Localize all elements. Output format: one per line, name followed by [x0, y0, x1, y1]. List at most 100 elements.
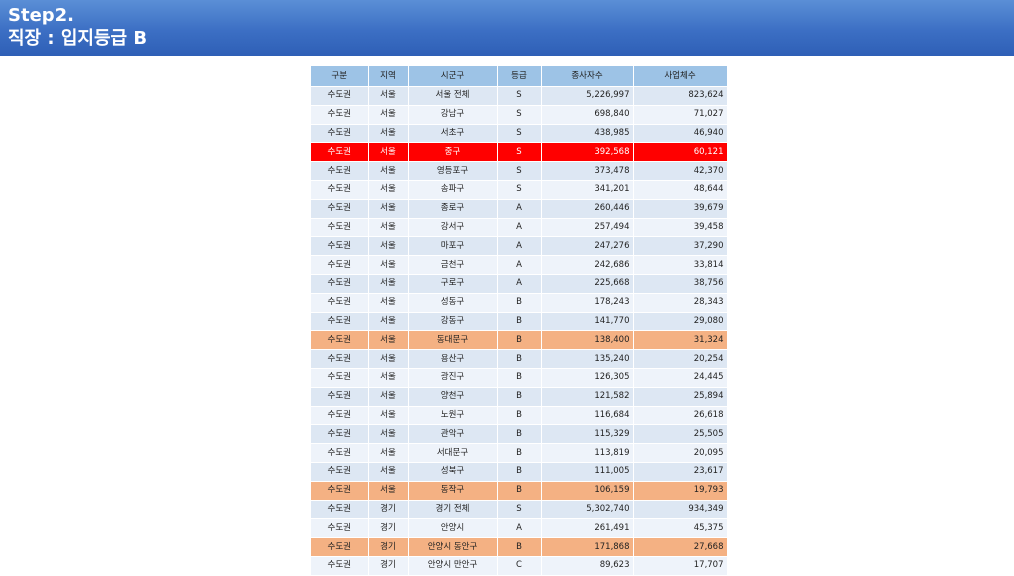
table-row: 수도권 서울 양천구 B 121,582 25,894: [311, 387, 728, 407]
cell-employees: 698,840: [541, 105, 634, 125]
cell-category: 수도권: [311, 481, 369, 501]
cell-grade: B: [497, 368, 542, 388]
cell-district: 중구: [408, 142, 498, 163]
cell-region: 서울: [368, 124, 409, 144]
cell-region: 서울: [368, 406, 409, 426]
cell-region: 서울: [368, 255, 409, 275]
cell-grade: A: [497, 199, 542, 219]
cell-grade: S: [497, 86, 542, 106]
cell-grade: B: [497, 537, 542, 557]
cell-businesses: 48,644: [633, 180, 728, 200]
cell-district: 안양시: [408, 518, 498, 539]
table-row: 수도권 서울 용산구 B 135,240 20,254: [311, 349, 728, 369]
cell-district: 서대문구: [408, 443, 498, 463]
cell-district: 동대문구: [408, 330, 498, 351]
cell-employees: 392,568: [541, 142, 634, 163]
cell-category: 수도권: [311, 255, 369, 275]
cell-region: 서울: [368, 180, 409, 200]
cell-district: 안양시 만안구: [408, 556, 498, 576]
table-row: 수도권 경기 안양시 동안구 B 171,868 27,668: [311, 537, 728, 557]
cell-category: 수도권: [311, 312, 369, 332]
cell-region: 서울: [368, 274, 409, 294]
cell-employees: 373,478: [541, 161, 634, 181]
cell-district: 경기 전체: [408, 500, 498, 520]
cell-category: 수도권: [311, 142, 369, 163]
cell-category: 수도권: [311, 537, 369, 557]
table-row: 수도권 서울 강남구 S 698,840 71,027: [311, 105, 728, 125]
cell-category: 수도권: [311, 161, 369, 181]
cell-businesses: 25,505: [633, 424, 728, 445]
cell-grade: A: [497, 518, 542, 539]
cell-region: 서울: [368, 236, 409, 257]
cell-businesses: 31,324: [633, 330, 728, 351]
cell-category: 수도권: [311, 518, 369, 539]
table-row: 수도권 서울 동작구 B 106,159 19,793: [311, 481, 728, 501]
cell-district: 종로구: [408, 199, 498, 219]
cell-region: 경기: [368, 518, 409, 539]
cell-grade: B: [497, 462, 542, 482]
cell-businesses: 17,707: [633, 556, 728, 576]
table-row: 수도권 서울 구로구 A 225,668 38,756: [311, 274, 728, 294]
cell-region: 경기: [368, 500, 409, 520]
cell-businesses: 42,370: [633, 161, 728, 181]
cell-grade: S: [497, 142, 542, 163]
cell-category: 수도권: [311, 387, 369, 407]
cell-category: 수도권: [311, 293, 369, 313]
cell-businesses: 27,668: [633, 537, 728, 557]
cell-businesses: 23,617: [633, 462, 728, 482]
cell-category: 수도권: [311, 180, 369, 200]
cell-employees: 5,226,997: [541, 86, 634, 106]
cell-businesses: 25,894: [633, 387, 728, 407]
cell-district: 동작구: [408, 481, 498, 501]
cell-employees: 247,276: [541, 236, 634, 257]
cell-category: 수도권: [311, 556, 369, 576]
cell-district: 송파구: [408, 180, 498, 200]
cell-businesses: 46,940: [633, 124, 728, 144]
cell-grade: C: [497, 556, 542, 576]
cell-region: 서울: [368, 424, 409, 445]
cell-district: 노원구: [408, 406, 498, 426]
page-title: 직장 : 입지등급 B: [8, 28, 148, 49]
step-label: Step2.: [8, 5, 75, 26]
cell-region: 서울: [368, 142, 409, 163]
cell-businesses: 26,618: [633, 406, 728, 426]
table-body: 수도권 서울 서울 전체 S 5,226,997 823,624 수도권 서울 강남구 S 698,…: [311, 86, 728, 576]
table-row: 수도권 서울 종로구 A 260,446 39,679: [311, 199, 728, 219]
table-row: 수도권 서울 성북구 B 111,005 23,617: [311, 462, 728, 482]
table-header-row: 구분 지역 시군구 등급 종사자수 사업체수: [311, 66, 728, 87]
cell-region: 서울: [368, 349, 409, 369]
cell-grade: B: [497, 481, 542, 501]
cell-category: 수도권: [311, 443, 369, 463]
column-header-district: 시군구: [408, 66, 498, 87]
cell-businesses: 28,343: [633, 293, 728, 313]
column-header-region: 지역: [368, 66, 409, 87]
cell-region: 서울: [368, 462, 409, 482]
cell-district: 금천구: [408, 255, 498, 275]
table-row: 수도권 서울 서대문구 B 113,819 20,095: [311, 443, 728, 463]
cell-grade: A: [497, 255, 542, 275]
cell-category: 수도권: [311, 368, 369, 388]
cell-businesses: 29,080: [633, 312, 728, 332]
cell-grade: A: [497, 274, 542, 294]
cell-employees: 116,684: [541, 406, 634, 426]
cell-grade: B: [497, 349, 542, 369]
cell-employees: 5,302,740: [541, 500, 634, 520]
cell-category: 수도권: [311, 274, 369, 294]
cell-employees: 89,623: [541, 556, 634, 576]
cell-grade: S: [497, 161, 542, 181]
cell-businesses: 24,445: [633, 368, 728, 388]
cell-businesses: 20,095: [633, 443, 728, 463]
cell-category: 수도권: [311, 349, 369, 369]
cell-grade: B: [497, 406, 542, 426]
cell-businesses: 38,756: [633, 274, 728, 294]
cell-employees: 225,668: [541, 274, 634, 294]
cell-employees: 341,201: [541, 180, 634, 200]
cell-businesses: 37,290: [633, 236, 728, 257]
table-row: 수도권 경기 안양시 만안구 C 89,623 17,707: [311, 556, 728, 576]
cell-grade: A: [497, 218, 542, 238]
cell-employees: 126,305: [541, 368, 634, 388]
cell-district: 성북구: [408, 462, 498, 482]
cell-employees: 438,985: [541, 124, 634, 144]
title-banner: Step2. 직장 : 입지등급 B: [0, 0, 1014, 56]
cell-businesses: 45,375: [633, 518, 728, 539]
